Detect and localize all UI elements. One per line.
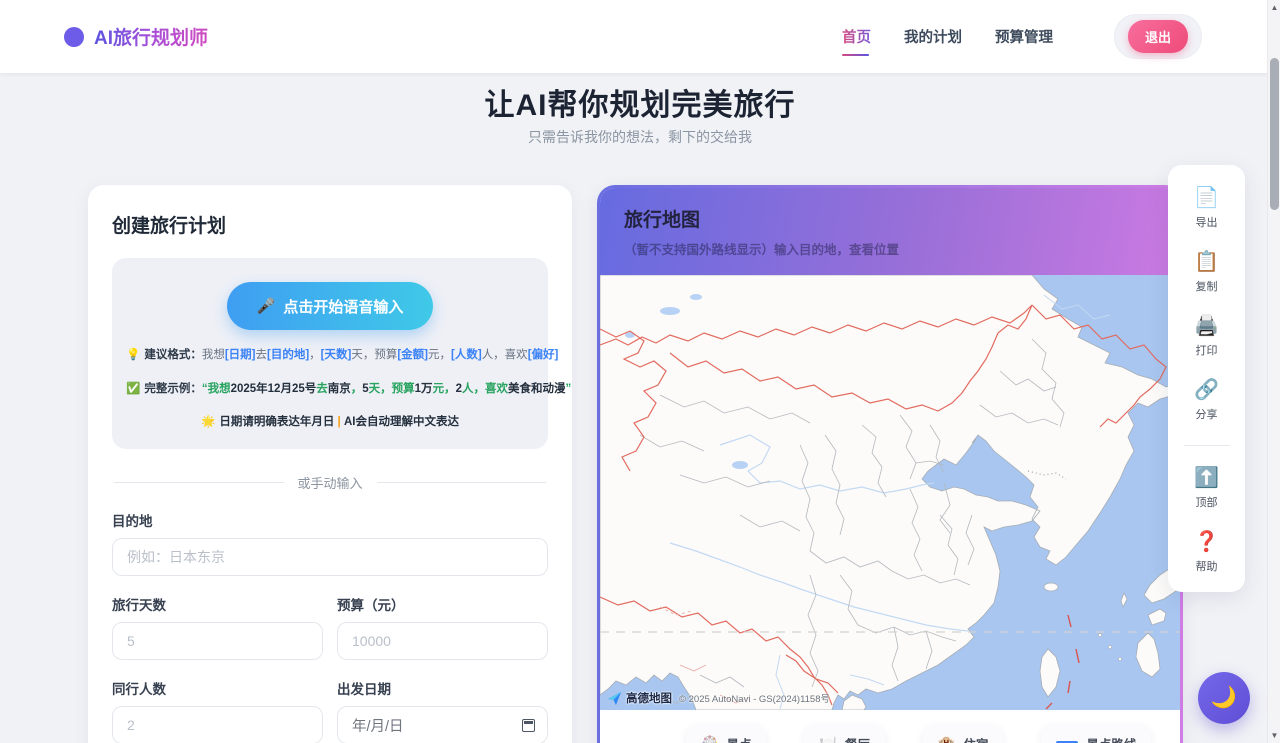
voice-button-label: 点击开始语音输入 bbox=[283, 298, 404, 316]
amap-brand-text: 高德地图 bbox=[626, 693, 672, 705]
map-subtitle: （暂不支持国外路线显示）输入目的地，查看位置 bbox=[624, 243, 900, 257]
check-icon: ✅ bbox=[126, 382, 141, 395]
hint-note: 🌟 日期请明确表达年月日 | AI会自动理解中文表达 bbox=[201, 416, 459, 429]
printer-icon: 🖨️ bbox=[1194, 315, 1219, 337]
destination-input[interactable] bbox=[112, 538, 548, 577]
share-button[interactable]: 🔗 分享 bbox=[1194, 379, 1219, 422]
export-document-icon: 📄 bbox=[1194, 187, 1219, 209]
legend-label: 景点 bbox=[726, 734, 751, 743]
logout-pill: 退出 bbox=[1113, 14, 1202, 59]
budget-label: 预算（元） bbox=[337, 598, 405, 614]
travel-map-card: 旅行地图 （暂不支持国外路线显示）输入目的地，查看位置 高德地图 © 2025 … bbox=[597, 185, 1183, 743]
star-icon: 🌟 bbox=[201, 416, 216, 429]
people-label: 同行人数 bbox=[112, 682, 166, 698]
microphone-icon: 🎤 bbox=[256, 298, 276, 315]
scroll-top-button[interactable]: ⬆️ 顶部 bbox=[1194, 467, 1219, 510]
legend-route[interactable]: 景点路线 bbox=[1041, 725, 1152, 743]
voice-input-button[interactable]: 🎤 点击开始语音输入 bbox=[227, 282, 433, 330]
nav-item-my-plans[interactable]: 我的计划 bbox=[904, 26, 962, 47]
scroll-up-arrow-icon[interactable]: ▲ bbox=[1268, 3, 1280, 12]
divider-line bbox=[114, 482, 284, 484]
divider-line bbox=[376, 482, 547, 484]
date-label: 出发日期 bbox=[337, 682, 391, 698]
china-map-graphic bbox=[600, 275, 1180, 710]
days-label: 旅行天数 bbox=[112, 598, 166, 614]
floating-toolbar: 📄 导出 📋 复制 🖨️ 打印 🔗 分享 ⬆️ 顶部 ❓ 帮助 bbox=[1168, 165, 1245, 592]
up-arrow-icon: ⬆️ bbox=[1194, 467, 1219, 489]
date-input[interactable]: 年/月/日 bbox=[337, 706, 548, 743]
ferris-wheel-icon: 🎡 bbox=[701, 734, 719, 743]
lightbulb-icon: 💡 bbox=[126, 349, 141, 361]
scroll-down-arrow-icon[interactable]: ▼ bbox=[1268, 731, 1280, 740]
logo-circle-icon bbox=[64, 26, 84, 47]
map-title: 旅行地图 bbox=[624, 210, 701, 231]
theme-toggle-button[interactable]: 🌙 bbox=[1198, 672, 1250, 724]
map-canvas[interactable]: 高德地图 © 2025 AutoNavi - GS(2024)1158号 bbox=[600, 275, 1180, 710]
amap-copyright: © 2025 AutoNavi - GS(2024)1158号 bbox=[679, 694, 830, 705]
page-scrollbar[interactable]: ▲ ▼ bbox=[1267, 0, 1280, 743]
people-input[interactable] bbox=[112, 706, 323, 743]
page-title: 让AI帮你规划完美旅行 bbox=[484, 89, 796, 122]
scrollbar-thumb[interactable] bbox=[1270, 58, 1279, 210]
legend-label: 景点路线 bbox=[1086, 734, 1136, 743]
app-title: AI旅行规划师 bbox=[94, 23, 208, 50]
help-button[interactable]: ❓ 帮助 bbox=[1194, 531, 1219, 574]
hint-example: ✅ 完整示例：“我想2025年12月25号去南京，5天，预算1万元，2人，喜欢美食… bbox=[126, 382, 572, 395]
budget-input[interactable] bbox=[337, 622, 548, 661]
legend-hotels[interactable]: 🏨 住宿 bbox=[922, 725, 1004, 743]
create-plan-title: 创建旅行计划 bbox=[112, 216, 227, 237]
navbar: AI旅行规划师 首页 我的计划 预算管理 退出 bbox=[0, 0, 1280, 73]
legend-label: 住宿 bbox=[963, 734, 988, 743]
hint-format: 💡 建议格式：我想[日期]去[目的地]，[天数]天，预算[金额]元，[人数]人，喜… bbox=[126, 349, 559, 361]
app-logo: AI旅行规划师 bbox=[64, 23, 208, 50]
travel-map-inner: 旅行地图 （暂不支持国外路线显示）输入目的地，查看位置 高德地图 © 2025 … bbox=[600, 188, 1180, 743]
toolbar-divider bbox=[1183, 445, 1230, 446]
date-value: 年/月/日 bbox=[352, 718, 404, 735]
page-subtitle: 只需告诉我你的想法，剩下的交给我 bbox=[528, 129, 752, 145]
create-plan-card: 创建旅行计划 🎤 点击开始语音输入 💡 建议格式：我想[日期]去[目的地]，[天数… bbox=[88, 185, 572, 743]
map-header: 旅行地图 （暂不支持国外路线显示）输入目的地，查看位置 bbox=[600, 188, 1180, 275]
link-icon: 🔗 bbox=[1194, 379, 1219, 401]
export-button[interactable]: 📄 导出 bbox=[1194, 187, 1219, 230]
amap-logo-icon bbox=[607, 691, 622, 705]
nav-item-budget[interactable]: 预算管理 bbox=[995, 26, 1053, 47]
nav-item-home[interactable]: 首页 bbox=[841, 26, 871, 56]
voice-input-box: 🎤 点击开始语音输入 💡 建议格式：我想[日期]去[目的地]，[天数]天，预算[金… bbox=[112, 258, 572, 450]
hotel-icon: 🏨 bbox=[937, 734, 956, 743]
question-mark-icon: ❓ bbox=[1194, 531, 1219, 553]
legend-label: 餐厅 bbox=[845, 734, 870, 743]
clipboard-icon: 📋 bbox=[1194, 251, 1219, 273]
moon-icon: 🌙 bbox=[1210, 686, 1238, 709]
days-input[interactable] bbox=[112, 622, 323, 661]
legend-restaurants[interactable]: 🍽️ 餐厅 bbox=[804, 725, 885, 743]
map-legend: 🎡 景点 🍽️ 餐厅 🏨 住宿 景点路线 bbox=[600, 710, 1180, 743]
calendar-icon[interactable] bbox=[522, 718, 535, 732]
amap-attribution: 高德地图 © 2025 AutoNavi - GS(2024)1158号 bbox=[607, 690, 830, 706]
destination-label: 目的地 bbox=[112, 514, 153, 530]
nav-links: 首页 我的计划 预算管理 退出 bbox=[841, 14, 1202, 59]
page: AI旅行规划师 首页 我的计划 预算管理 退出 让AI帮你规划完美旅行 只需告诉… bbox=[0, 0, 1280, 743]
legend-attractions[interactable]: 🎡 景点 bbox=[686, 725, 767, 743]
manual-input-divider: 或手动输入 bbox=[114, 473, 547, 492]
print-button[interactable]: 🖨️ 打印 bbox=[1194, 315, 1219, 358]
copy-button[interactable]: 📋 复制 bbox=[1194, 251, 1219, 294]
restaurant-icon: 🍽️ bbox=[819, 734, 837, 743]
divider-label: 或手动输入 bbox=[297, 476, 363, 492]
logout-button[interactable]: 退出 bbox=[1127, 20, 1188, 53]
